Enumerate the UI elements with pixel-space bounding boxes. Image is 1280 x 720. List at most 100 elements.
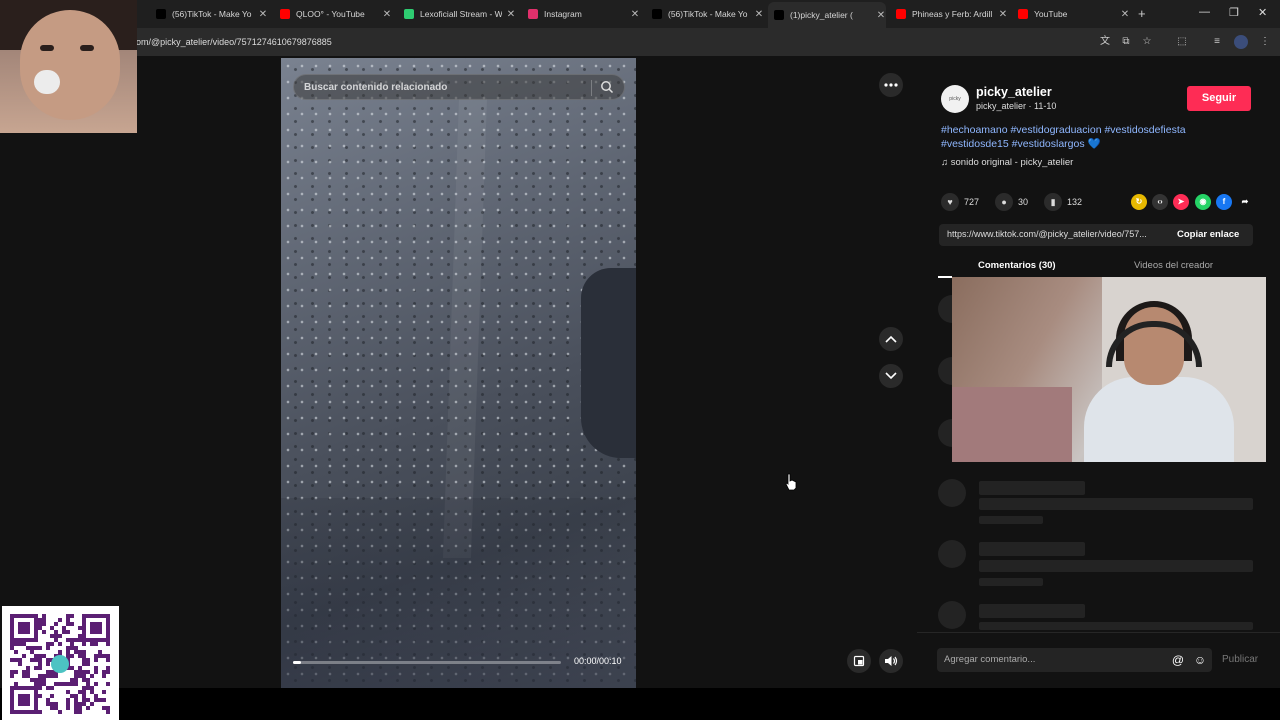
- video-link[interactable]: https://www.tiktok.com/@picky_atelier/vi…: [947, 229, 1167, 239]
- share-arrow-icon[interactable]: ➦: [1237, 194, 1253, 210]
- profile-avatar-icon[interactable]: [1234, 35, 1248, 49]
- browser-tab[interactable]: Lexoficiall Stream - W ✕: [398, 4, 516, 24]
- comment-placeholder[interactable]: Agregar comentario...: [944, 654, 1035, 665]
- tab-title: QLOO° - YouTube: [296, 9, 365, 19]
- minimize-icon[interactable]: —: [1199, 6, 1210, 18]
- tab-close-icon[interactable]: ✕: [630, 9, 640, 20]
- creator-avatar[interactable]: picky: [941, 85, 969, 113]
- video-hashtags: #hechoamano #vestidograduacion #vestidos…: [941, 123, 1231, 151]
- engagement-stats: ♥ 727 ● 30 ▮ 132: [941, 193, 1082, 211]
- saves-count: 132: [1067, 197, 1083, 207]
- tab-close-icon[interactable]: ✕: [754, 9, 764, 20]
- like-heart-icon[interactable]: ♥: [941, 193, 959, 211]
- browser-tab-bar: (56)TikTok - Make Yo ✕ QLOO° - YouTube ✕ Lex…: [0, 0, 1280, 28]
- sound-info[interactable]: ♫ sonido original - picky_atelier: [941, 157, 1073, 168]
- new-tab-button[interactable]: +: [1138, 6, 1146, 21]
- follow-button[interactable]: Seguir: [1187, 86, 1251, 111]
- creator-meta: picky_atelier · 11-10: [976, 101, 1057, 111]
- hand-cursor-icon: [785, 473, 797, 491]
- search-icon[interactable]: [600, 80, 614, 94]
- translate-icon[interactable]: 文: [1098, 35, 1112, 49]
- search-placeholder[interactable]: Buscar contenido relacionado: [304, 82, 447, 93]
- extensions-icon[interactable]: ⬚: [1175, 35, 1189, 49]
- embed-icon[interactable]: ‹›: [1152, 194, 1168, 210]
- creator-username[interactable]: picky_atelier: [976, 85, 1052, 99]
- comment-icon[interactable]: ●: [995, 193, 1014, 211]
- close-window-icon[interactable]: ✕: [1258, 6, 1267, 19]
- bottom-strip: [0, 688, 1280, 720]
- related-search-box[interactable]: Buscar contenido relacionado: [293, 74, 625, 100]
- repost-icon[interactable]: ↻: [1131, 194, 1147, 210]
- webcam-overlay-closeup: [0, 0, 137, 133]
- comments-count: 30: [1018, 197, 1029, 207]
- video-frame-detail: [581, 268, 636, 458]
- copy-link-button[interactable]: Copiar enlace: [1177, 229, 1239, 240]
- tab-favicon-icon: [404, 9, 414, 19]
- tab-favicon-icon: [652, 9, 662, 19]
- emoji-icon[interactable]: ☺: [1193, 653, 1207, 667]
- tab-close-icon[interactable]: ✕: [258, 9, 268, 20]
- browser-tab[interactable]: (56)TikTok - Make Yo ✕: [150, 4, 268, 24]
- tab-favicon-icon: [156, 9, 166, 19]
- media-control-icon[interactable]: ≡: [1210, 35, 1224, 49]
- next-video-icon[interactable]: [879, 364, 903, 388]
- tab-title: Lexoficiall Stream - W: [420, 9, 502, 19]
- active-tab-indicator: [938, 276, 952, 278]
- tab-favicon-icon: [528, 9, 538, 19]
- facebook-icon[interactable]: f: [1216, 194, 1232, 210]
- browser-tab[interactable]: (1)picky_atelier ( ✕: [768, 2, 886, 28]
- comment-skeleton-avatar: [938, 601, 966, 629]
- url-text[interactable]: om/@picky_atelier/video/7571274610679876…: [136, 37, 332, 47]
- music-note-icon: ♫: [941, 157, 949, 168]
- browser-tab[interactable]: (56)TikTok - Make Yo ✕: [646, 4, 764, 24]
- comment-skeleton-avatar: [938, 479, 966, 507]
- maximize-icon[interactable]: ❐: [1229, 6, 1239, 19]
- copy-link-box: https://www.tiktok.com/@picky_atelier/vi…: [939, 224, 1253, 246]
- tab-close-icon[interactable]: ✕: [876, 10, 886, 21]
- video-time: 00:00/00:10: [574, 656, 622, 666]
- browser-tab[interactable]: QLOO° - YouTube ✕: [274, 4, 392, 24]
- tab-title: (56)TikTok - Make Yo: [172, 9, 252, 19]
- comment-skeleton-line: [979, 481, 1085, 495]
- tab-title: (56)TikTok - Make Yo: [668, 9, 748, 19]
- webcam-person: [1064, 301, 1254, 462]
- bookmark-icon[interactable]: ▮: [1044, 193, 1063, 211]
- floating-player-icon[interactable]: [847, 649, 871, 673]
- browser-tab[interactable]: YouTube ✕: [1012, 4, 1130, 24]
- tab-creator-videos[interactable]: Videos del creador: [1134, 260, 1213, 271]
- comment-skeleton-line: [979, 560, 1253, 572]
- publish-button[interactable]: Publicar: [1222, 654, 1258, 665]
- mention-icon[interactable]: @: [1171, 653, 1185, 667]
- comment-skeleton-line: [979, 604, 1085, 618]
- previous-video-icon[interactable]: [879, 327, 903, 351]
- tab-close-icon[interactable]: ✕: [506, 9, 516, 20]
- send-icon[interactable]: ➤: [1173, 194, 1189, 210]
- video-progress-bar[interactable]: [293, 661, 561, 664]
- sound-name[interactable]: sonido original - picky_atelier: [951, 157, 1074, 168]
- comment-skeleton-line: [979, 622, 1253, 630]
- tab-favicon-icon: [1018, 9, 1028, 19]
- tab-close-icon[interactable]: ✕: [998, 9, 1008, 20]
- browser-tab[interactable]: Phineas y Ferb: Ardill ✕: [890, 4, 1008, 24]
- comment-skeleton-line: [979, 516, 1043, 524]
- tab-title: Phineas y Ferb: Ardill: [912, 9, 993, 19]
- tab-title: (1)picky_atelier (: [790, 10, 853, 20]
- install-app-icon[interactable]: ⧉: [1119, 35, 1133, 49]
- hashtags-line-2[interactable]: #vestidosde15 #vestidoslargos: [941, 138, 1085, 150]
- tab-comments[interactable]: Comentarios (30): [978, 260, 1056, 271]
- video-progress-fill: [293, 661, 302, 664]
- video-frame-detail: [442, 98, 488, 558]
- tab-close-icon[interactable]: ✕: [1120, 9, 1130, 20]
- browser-menu-icon[interactable]: ⋮: [1258, 35, 1272, 49]
- blue-heart-emoji: 💙: [1087, 138, 1101, 150]
- browser-tab[interactable]: Instagram ✕: [522, 4, 640, 24]
- hashtags-line-1[interactable]: #hechoamano #vestidograduacion #vestidos…: [941, 124, 1186, 136]
- video-player[interactable]: [281, 58, 636, 688]
- tab-title: YouTube: [1034, 9, 1068, 19]
- volume-icon[interactable]: [879, 649, 903, 673]
- bookmark-star-icon[interactable]: ☆: [1140, 35, 1154, 49]
- whatsapp-icon[interactable]: ◉: [1195, 194, 1211, 210]
- more-options-icon[interactable]: [879, 73, 903, 97]
- comment-skeleton-line: [979, 542, 1085, 556]
- tab-close-icon[interactable]: ✕: [382, 9, 392, 20]
